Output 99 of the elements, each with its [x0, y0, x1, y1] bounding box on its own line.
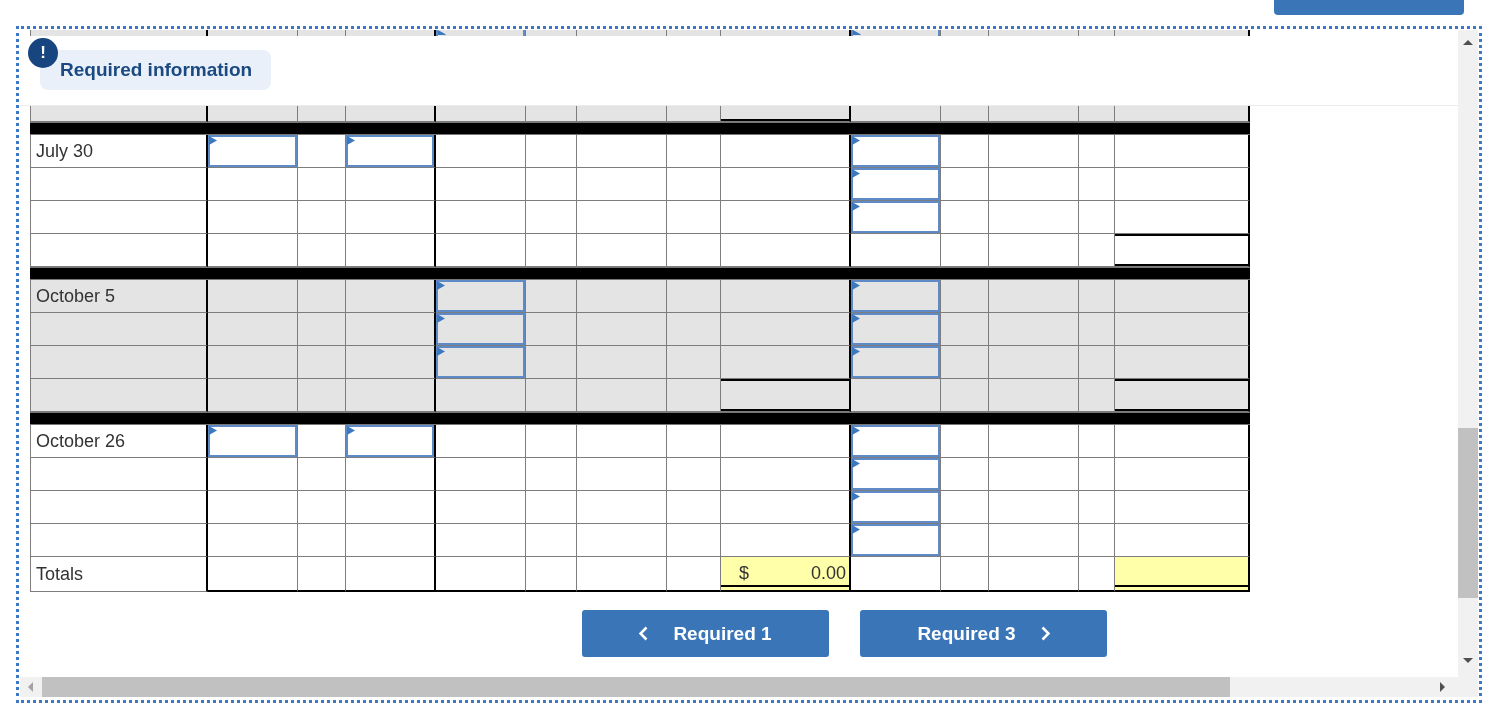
- triangle-icon: [437, 281, 445, 290]
- input-field[interactable]: [851, 491, 940, 523]
- table-cell: [1079, 524, 1115, 557]
- triangle-icon: [438, 30, 446, 35]
- input-field[interactable]: [208, 425, 297, 457]
- input-field[interactable]: [436, 313, 525, 345]
- input-field[interactable]: [851, 346, 940, 378]
- input-field[interactable]: [851, 168, 940, 200]
- table-cell: [667, 346, 721, 379]
- table-cell: [298, 524, 346, 557]
- input-field[interactable]: [346, 135, 434, 167]
- input-field[interactable]: [346, 425, 434, 457]
- table-cell: [667, 524, 721, 557]
- row-label: July 30: [30, 135, 208, 168]
- vertical-scrollbar[interactable]: [1458, 30, 1478, 677]
- table-cell: [667, 425, 721, 458]
- table-cell: [298, 458, 346, 491]
- row-label: Totals: [30, 557, 208, 592]
- table-cell: [1079, 346, 1115, 379]
- table-cell: [1079, 425, 1115, 458]
- triangle-icon: [852, 492, 860, 501]
- triangle-icon: [852, 525, 860, 534]
- triangle-icon: [852, 426, 860, 435]
- input-field[interactable]: [851, 458, 940, 490]
- table-cell: [667, 201, 721, 234]
- table-cell: [298, 491, 346, 524]
- triangle-icon: [437, 347, 445, 356]
- table-cell: [1079, 168, 1115, 201]
- table-cell: [298, 168, 346, 201]
- table-cell: [1079, 458, 1115, 491]
- table-cell: [1079, 491, 1115, 524]
- table-cell: [526, 425, 577, 458]
- table-cell: [526, 524, 577, 557]
- table-cell: [298, 280, 346, 313]
- scrollbar-thumb[interactable]: [1458, 428, 1478, 598]
- table-cell: [526, 168, 577, 201]
- table-cell: [941, 557, 989, 592]
- row-label: October 26: [30, 425, 208, 458]
- triangle-icon: [209, 426, 217, 435]
- nav-button[interactable]: Required 1: [582, 610, 829, 657]
- table-cell: [298, 201, 346, 234]
- alert-badge: !: [28, 38, 58, 68]
- table-cell: [526, 458, 577, 491]
- triangle-icon: [437, 314, 445, 323]
- triangle-icon: [852, 314, 860, 323]
- scrollbar-thumb[interactable]: [42, 677, 1230, 697]
- down-arrow-icon[interactable]: [1463, 658, 1473, 663]
- input-field[interactable]: [851, 201, 940, 233]
- triangle-icon: [347, 136, 355, 145]
- chevron-left-icon: [639, 626, 649, 641]
- table-cell: [526, 557, 577, 592]
- triangle-icon: [347, 426, 355, 435]
- table-cell: [1079, 379, 1115, 412]
- table-cell: [667, 168, 721, 201]
- table-cell: [298, 557, 346, 592]
- triangle-icon: [852, 459, 860, 468]
- input-field[interactable]: [436, 280, 525, 312]
- input-field[interactable]: [208, 135, 297, 167]
- input-field[interactable]: [851, 313, 940, 345]
- triangle-icon: [209, 136, 217, 145]
- table-cell: [1079, 280, 1115, 313]
- triangle-icon: [853, 30, 861, 35]
- table-cell: [667, 135, 721, 168]
- triangle-icon: [852, 202, 860, 211]
- table-cell: [667, 280, 721, 313]
- table-cell: [1079, 201, 1115, 234]
- total-amount: 0.00: [810, 563, 846, 584]
- triangle-icon: [852, 281, 860, 290]
- table-cell: [667, 491, 721, 524]
- table-cell: [526, 201, 577, 234]
- triangle-icon: [852, 136, 860, 145]
- table-cell: [298, 346, 346, 379]
- table-cell: [526, 135, 577, 168]
- table-cell: [298, 313, 346, 346]
- triangle-icon: [852, 169, 860, 178]
- horizontal-scrollbar[interactable]: [20, 677, 1478, 697]
- right-arrow-icon[interactable]: [1440, 682, 1445, 692]
- notice-title: Required information: [60, 59, 253, 81]
- table-cell: [941, 379, 989, 412]
- left-arrow-icon[interactable]: [28, 682, 33, 692]
- input-field[interactable]: [851, 524, 940, 556]
- row-label: October 5: [30, 280, 208, 313]
- chevron-right-icon: [1040, 626, 1050, 641]
- table-cell: [1079, 135, 1115, 168]
- table-cell: [526, 491, 577, 524]
- input-field[interactable]: [851, 135, 940, 167]
- table-cell: [1079, 313, 1115, 346]
- input-field[interactable]: [851, 425, 940, 457]
- table-cell: [667, 379, 721, 412]
- table-cell: [667, 458, 721, 491]
- triangle-icon: [852, 347, 860, 356]
- table-cell: [526, 379, 577, 412]
- input-field[interactable]: [436, 346, 525, 378]
- up-arrow-icon[interactable]: [1463, 40, 1473, 45]
- table-cell: [667, 313, 721, 346]
- nav-button[interactable]: Required 3: [860, 610, 1107, 657]
- input-field[interactable]: [851, 280, 940, 312]
- currency-symbol: $: [739, 563, 749, 584]
- table-cell: [298, 379, 346, 412]
